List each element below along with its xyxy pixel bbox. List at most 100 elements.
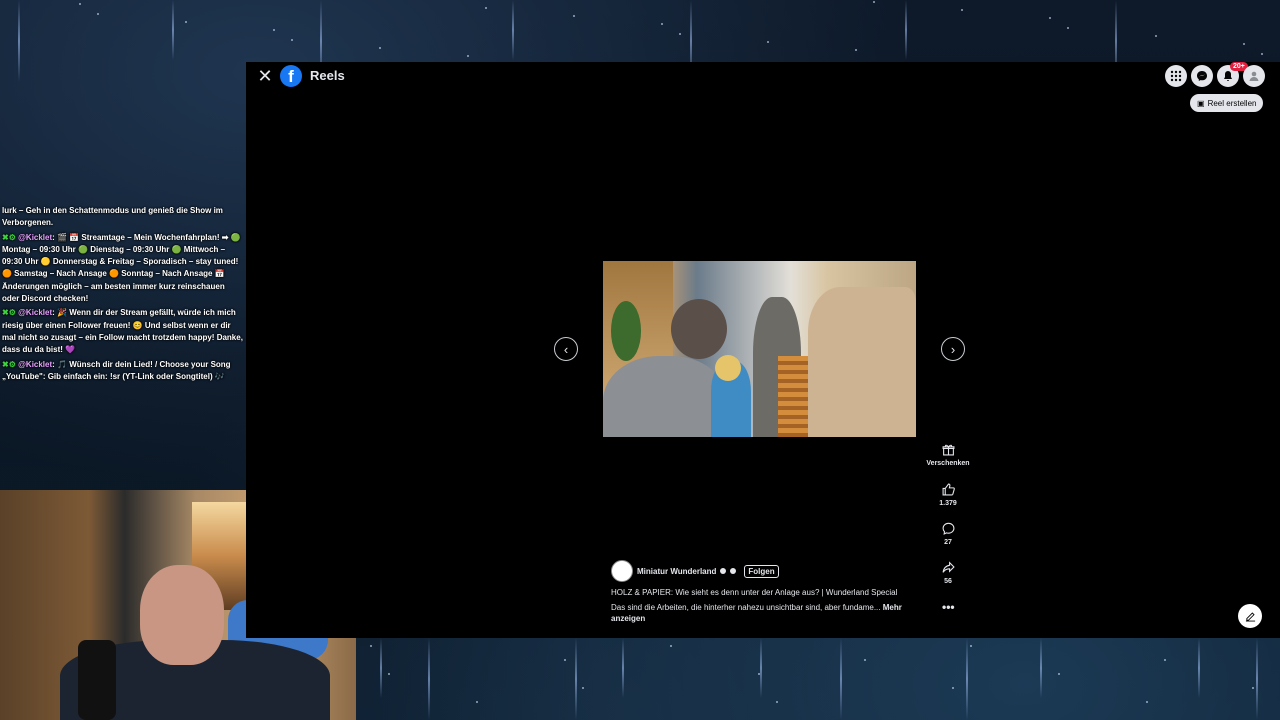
gift-icon[interactable] (939, 440, 957, 458)
chat-message: ✖⚙ @Kicklet: 🎬 📅 Streamtage – Mein Woche… (2, 232, 244, 306)
star (758, 673, 760, 675)
create-reel-button[interactable]: ▣ Reel erstellen (1190, 94, 1264, 112)
star (185, 21, 187, 23)
star (370, 645, 372, 647)
rain-streak (1198, 638, 1200, 698)
chat-username: @Kicklet (18, 308, 53, 318)
next-reel-button[interactable]: › (941, 337, 965, 361)
star (1067, 27, 1069, 29)
star (388, 673, 390, 675)
edit-icon (1245, 611, 1255, 622)
rain-streak (575, 638, 577, 720)
star (476, 701, 478, 703)
rain-streak (512, 0, 514, 60)
star (767, 41, 769, 43)
chat-badge-icons: ✖⚙ (2, 359, 16, 369)
star (379, 47, 381, 49)
rain-streak (840, 638, 842, 720)
rain-streak (760, 638, 762, 698)
facebook-logo-icon[interactable]: f (280, 65, 302, 87)
star (1058, 673, 1060, 675)
star (679, 33, 681, 35)
star (1164, 659, 1166, 661)
chevron-right-icon: › (950, 341, 956, 357)
star (485, 7, 487, 9)
star (661, 23, 663, 25)
video-child-head (715, 355, 741, 381)
like-action[interactable]: 1.379 (926, 480, 970, 507)
star (582, 687, 584, 689)
like-count: 1.379 (939, 500, 957, 507)
video-paper-structure (808, 287, 916, 437)
reel-title: HOLZ & PAPIER: Wie sieht es denn unter d… (611, 588, 898, 597)
rain-streak (622, 638, 624, 698)
rain-streak (428, 638, 430, 720)
more-options-icon[interactable]: ••• (942, 600, 955, 614)
chat-username: @Kicklet (18, 359, 53, 369)
share-count: 56 (944, 578, 952, 585)
reel-description-text: Das sind die Arbeiten, die hinterher nah… (611, 603, 881, 612)
close-icon[interactable]: ✕ (257, 67, 273, 85)
star (952, 687, 954, 689)
messenger-icon[interactable] (1191, 65, 1213, 87)
rain-streak (1040, 638, 1042, 698)
star (97, 13, 99, 15)
comment-action[interactable]: 27 (926, 519, 970, 546)
microphone (78, 640, 116, 720)
gift-label: Verschenken (926, 460, 970, 467)
star (1146, 701, 1148, 703)
star (1243, 43, 1245, 45)
author-name[interactable]: Miniatur Wunderland (637, 567, 716, 576)
share-icon[interactable] (939, 558, 957, 576)
star (273, 29, 275, 31)
create-reel-label: Reel erstellen (1207, 98, 1257, 108)
star (670, 645, 672, 647)
comment-icon[interactable] (939, 519, 957, 537)
follow-button[interactable]: Folgen (744, 564, 779, 578)
chat-message: lurk – Geh in den Schattenmodus und geni… (2, 205, 244, 230)
star (291, 39, 293, 41)
star (467, 55, 469, 57)
reel-camera-icon: ▣ (1197, 98, 1205, 108)
star (1049, 17, 1051, 19)
rain-streak (18, 0, 20, 82)
globe-icon (730, 568, 737, 574)
rain-streak (172, 0, 174, 60)
chat-message-text: : 🎬 📅 Streamtage – Mein Wochenfahrplan! … (2, 232, 241, 304)
profile-icon[interactable] (1243, 65, 1265, 87)
rain-streak (1256, 638, 1258, 720)
author-avatar[interactable] (611, 560, 633, 582)
stream-chat: lurk – Geh in den Schattenmodus und geni… (0, 205, 246, 385)
reel-video[interactable] (603, 261, 916, 437)
chat-badge-icons: ✖⚙ (2, 308, 16, 318)
page-title: Reels (310, 68, 345, 83)
star (873, 1, 875, 3)
verified-icon (720, 568, 727, 574)
share-action[interactable]: 56 (926, 558, 970, 585)
rain-streak (905, 0, 907, 60)
star (1252, 687, 1254, 689)
reel-author-row: Miniatur Wunderland Folgen (611, 560, 779, 582)
star (1261, 53, 1263, 55)
menu-grid-icon[interactable] (1165, 65, 1187, 87)
video-person-head (671, 299, 727, 359)
chat-badge-icons: ✖⚙ (2, 232, 16, 242)
facebook-reels-window: ✕ f Reels 20+ ▣ Reel erstellen ‹ › Versc… (246, 62, 1280, 638)
star (564, 659, 566, 661)
reel-description: Das sind die Arbeiten, die hinterher nah… (611, 602, 911, 624)
video-plant (611, 301, 641, 361)
star (961, 9, 963, 11)
new-message-button[interactable] (1238, 604, 1262, 628)
star (776, 701, 778, 703)
chat-message: ✖⚙ @Kicklet: 🎉 Wenn dir der Stream gefäl… (2, 307, 244, 356)
chat-message-text: lurk – Geh in den Schattenmodus und geni… (2, 206, 223, 228)
star (573, 15, 575, 17)
video-person-hoodie (603, 356, 728, 437)
rain-streak (966, 638, 968, 720)
gift-action[interactable]: Verschenken (926, 440, 970, 467)
previous-reel-button[interactable]: ‹ (554, 337, 578, 361)
like-icon[interactable] (939, 480, 957, 498)
rain-streak (380, 638, 382, 698)
streamer-head (140, 565, 224, 665)
star (864, 659, 866, 661)
